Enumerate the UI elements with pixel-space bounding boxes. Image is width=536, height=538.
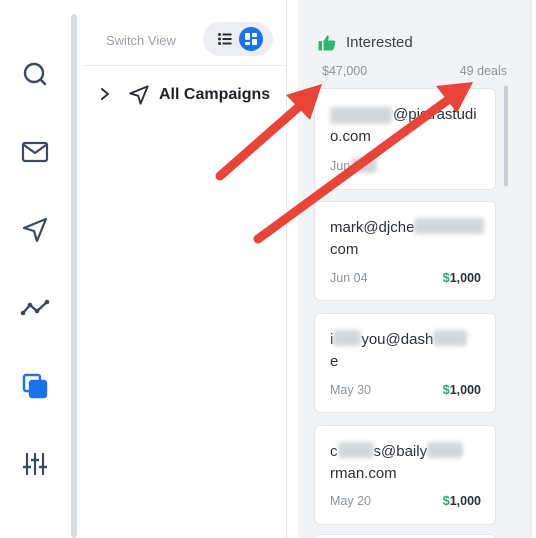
redacted-text	[333, 330, 362, 346]
deal-card[interactable]: mark@djche com Jun 04 $1,000	[314, 201, 496, 301]
redacted-text	[337, 442, 374, 458]
deal-amount: $1,000	[442, 271, 481, 285]
mail-icon[interactable]	[17, 134, 53, 170]
column-deal-count: 49 deals	[459, 64, 507, 78]
deal-email: i you@dash e	[330, 329, 488, 373]
switch-view-label: Switch View	[106, 33, 176, 48]
interested-column: Interested $47,000 49 deals @pictrastudi…	[298, 0, 532, 538]
deal-card[interactable]: c s@baily rman.com May 20 $1,000	[314, 425, 496, 525]
switch-view-bar: Switch View	[84, 0, 287, 66]
redacted-text	[351, 158, 377, 173]
left-nav-rail	[0, 0, 70, 538]
redacted-text	[427, 442, 464, 458]
deal-amount: $1,000	[442, 494, 481, 508]
board-icon[interactable]	[239, 27, 263, 51]
redacted-text	[433, 330, 468, 346]
list-icon[interactable]	[217, 31, 233, 47]
deal-date: May 20	[330, 494, 371, 508]
send-icon	[128, 84, 150, 111]
all-campaigns-item[interactable]: All Campaigns	[84, 78, 287, 112]
copy-icon[interactable]	[17, 368, 53, 404]
nav-scrollbar[interactable]	[71, 14, 77, 538]
deal-email: c s@baily rman.com	[330, 441, 488, 485]
column-title: Interested	[346, 34, 413, 51]
column-total-value: $47,000	[322, 64, 368, 78]
deal-card[interactable]: @pictrastudio.com Jun 05	[314, 88, 496, 190]
search-icon[interactable]	[17, 56, 53, 92]
send-icon[interactable]	[17, 212, 53, 248]
deal-date: Jun 04	[330, 271, 368, 285]
chevron-right-icon[interactable]	[100, 87, 110, 106]
analytics-icon[interactable]	[17, 290, 53, 326]
redacted-text	[414, 218, 485, 234]
column-divider	[530, 0, 531, 538]
sliders-icon[interactable]	[17, 446, 53, 482]
deal-card[interactable]: i you@dash e May 30 $1,000	[314, 313, 496, 413]
deal-card[interactable]	[314, 534, 496, 538]
view-toggle[interactable]	[203, 22, 273, 56]
column-scrollbar[interactable]	[504, 86, 508, 186]
thumbs-up-icon	[318, 34, 336, 56]
redacted-text	[330, 107, 392, 124]
deal-amount: $1,000	[442, 383, 481, 397]
deal-email: @pictrastudio.com	[330, 106, 477, 145]
deal-date: May 30	[330, 383, 371, 397]
campaign-panel: Switch View All Campaigns	[84, 0, 287, 538]
all-campaigns-label: All Campaigns	[159, 86, 271, 103]
deal-email: mark@djche com	[330, 217, 488, 261]
